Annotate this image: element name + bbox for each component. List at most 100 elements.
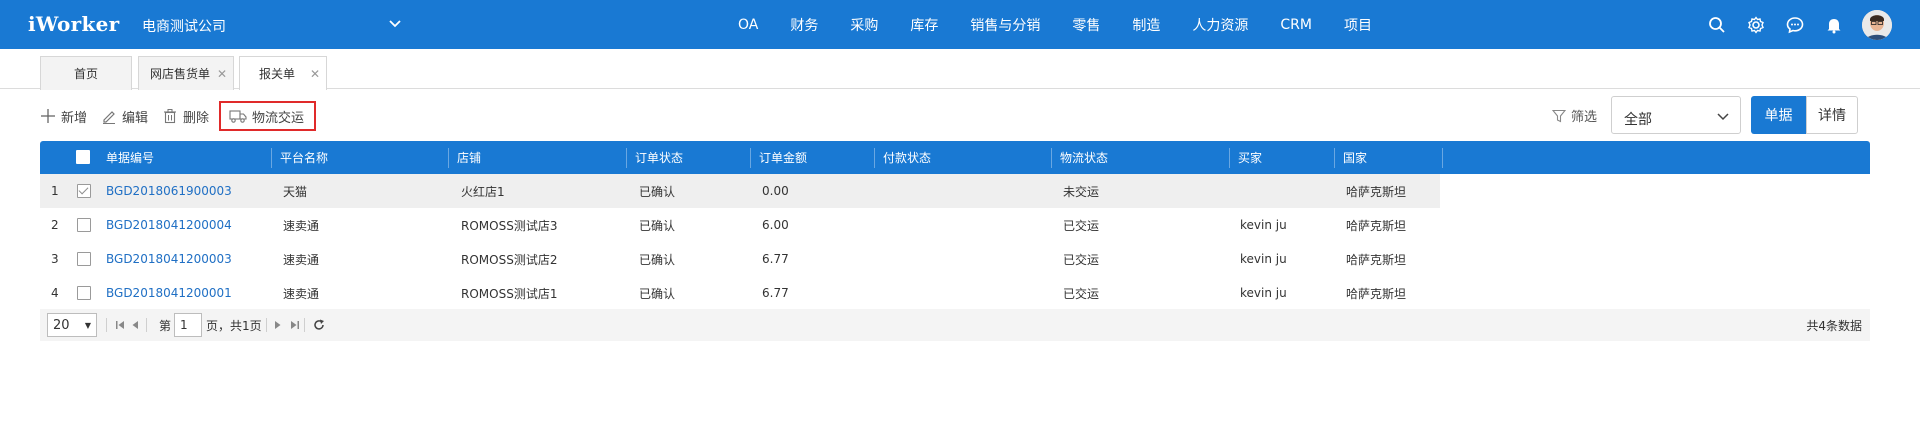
column-divider (1230, 148, 1335, 168)
nav-inventory[interactable]: 库存 (910, 15, 938, 35)
pager-divider (146, 318, 147, 332)
tab-label: 网店售货单 (149, 67, 210, 81)
next-page-icon[interactable] (274, 309, 282, 341)
platform-cell: 天猫 (283, 184, 308, 199)
edit-label: 编辑 (122, 110, 149, 126)
nav-retail[interactable]: 零售 (1072, 15, 1100, 35)
add-button[interactable]: 新增 (40, 101, 87, 131)
view-document-button[interactable]: 单据 (1751, 96, 1806, 134)
row-checkbox[interactable] (77, 252, 91, 266)
row-checkbox[interactable] (77, 218, 91, 232)
nav-project[interactable]: 项目 (1344, 15, 1372, 35)
row-number: 2 (51, 218, 59, 232)
delete-label: 删除 (183, 110, 210, 126)
nav-purchase[interactable]: 采购 (850, 15, 878, 35)
amount-cell: 0.00 (762, 184, 789, 198)
logistics-cell: 未交运 (1063, 184, 1100, 199)
document-code-link[interactable]: BGD2018061900003 (106, 174, 232, 208)
document-code-link[interactable]: BGD2018041200003 (106, 242, 232, 276)
row-checkbox[interactable] (77, 184, 91, 198)
first-page-icon[interactable] (115, 309, 125, 341)
table-row[interactable]: 1 BGD2018061900003 天猫 火红店1 已确认 0.00 未交运 … (40, 174, 1440, 208)
view-detail-button[interactable]: 详情 (1806, 96, 1858, 134)
search-icon[interactable] (1707, 15, 1727, 35)
logistics-cell: 已交运 (1063, 252, 1100, 267)
filter-button[interactable]: 筛选 (1552, 106, 1597, 125)
logistics-dispatch-label: 物流交运 (252, 110, 305, 126)
add-label: 新增 (61, 110, 88, 126)
table-row[interactable]: 3 BGD2018041200003 速卖通 ROMOSS测试店2 已确认 6.… (40, 242, 1440, 276)
page-suffix: 页，共1页 (206, 318, 262, 333)
buyer-cell: kevin ju (1240, 286, 1287, 300)
total-count: 共4条数据 (1806, 318, 1862, 333)
nav-hr[interactable]: 人力资源 (1192, 15, 1248, 35)
column-divider (272, 148, 449, 168)
filter-label: 筛选 (1571, 110, 1598, 125)
row-number: 3 (51, 252, 59, 266)
column-divider (449, 148, 627, 168)
last-page-icon[interactable] (290, 309, 300, 341)
shop-cell: ROMOSS测试店3 (461, 218, 558, 233)
logistics-dispatch-button[interactable]: 物流交运 (219, 101, 317, 131)
view-document-label: 单据 (1764, 108, 1793, 124)
row-checkbox[interactable] (77, 286, 91, 300)
platform-cell: 速卖通 (283, 218, 320, 233)
document-code-link[interactable]: BGD2018041200001 (106, 276, 232, 310)
view-detail-label: 详情 (1818, 108, 1846, 124)
page-size-value: 20 (53, 318, 70, 333)
page-number-value: 1 (180, 318, 188, 332)
close-icon[interactable]: ✕ (217, 67, 227, 81)
vertical-scrollbar[interactable] (1906, 90, 1920, 438)
country-cell: 哈萨克斯坦 (1346, 286, 1407, 301)
top-icons (1688, 0, 1892, 49)
gear-icon[interactable] (1746, 15, 1766, 35)
bell-icon[interactable] (1824, 15, 1844, 35)
order-status-cell: 已确认 (639, 252, 676, 267)
filter-icon (1552, 109, 1566, 122)
pager-divider (106, 318, 107, 332)
refresh-icon[interactable] (313, 309, 325, 341)
tab-customs-declaration[interactable]: 报关单 ✕ (239, 56, 327, 90)
status-select[interactable]: 全部 (1611, 96, 1741, 134)
nav-oa[interactable]: OA (738, 17, 758, 33)
chevron-down-icon[interactable] (388, 17, 402, 31)
table-row[interactable]: 4 BGD2018041200001 速卖通 ROMOSS测试店1 已确认 6.… (40, 276, 1440, 310)
delete-button[interactable]: 删除 (162, 101, 209, 131)
order-status-cell: 已确认 (639, 286, 676, 301)
nav-crm[interactable]: CRM (1280, 17, 1312, 33)
tab-store-sales[interactable]: 网店售货单 ✕ (138, 56, 234, 90)
logistics-cell: 已交运 (1063, 286, 1100, 301)
main-nav: OA 财务 采购 库存 销售与分销 零售 制造 人力资源 CRM 项目 (738, 0, 1404, 49)
pencil-icon (103, 111, 116, 124)
user-avatar[interactable] (1862, 9, 1892, 40)
buyer-cell: kevin ju (1240, 252, 1287, 266)
nav-manufacturing[interactable]: 制造 (1132, 15, 1160, 35)
page-number-input[interactable]: 1 (174, 313, 202, 337)
app-logo[interactable]: iWorker (28, 12, 120, 36)
chevron-down-icon (1717, 113, 1729, 121)
company-name[interactable]: 电商测试公司 (142, 16, 226, 36)
table-row[interactable]: 2 BGD2018041200004 速卖通 ROMOSS测试店3 已确认 6.… (40, 208, 1440, 242)
document-code-link[interactable]: BGD2018041200004 (106, 208, 232, 242)
nav-sales[interactable]: 销售与分销 (970, 15, 1040, 35)
page-prefix: 第 (159, 318, 172, 333)
page-size-select[interactable]: 20 ▼ (47, 313, 97, 337)
prev-page-icon[interactable] (131, 309, 139, 341)
chat-icon[interactable] (1785, 15, 1805, 35)
pager: 20 ▼ 第 1 页，共1页 共4条数据 (40, 309, 1870, 341)
caret-down-icon: ▼ (84, 321, 91, 330)
trash-icon (164, 109, 177, 124)
pager-divider (266, 318, 267, 332)
country-cell: 哈萨克斯坦 (1346, 218, 1407, 233)
edit-button[interactable]: 编辑 (101, 101, 148, 131)
buyer-cell: kevin ju (1240, 218, 1287, 232)
tab-label: 首页 (73, 67, 98, 81)
grid-header: 单据编号 平台名称 店铺 订单状态 订单金额 付款状态 物流状态 买家 国家 (40, 141, 1870, 174)
nav-finance[interactable]: 财务 (790, 15, 818, 35)
toolbar: 新增 编辑 删除 物流交运 (40, 100, 330, 132)
platform-cell: 速卖通 (283, 286, 320, 301)
plus-icon (41, 109, 55, 123)
tab-home[interactable]: 首页 (40, 56, 132, 90)
close-icon[interactable]: ✕ (310, 67, 320, 81)
select-all-checkbox[interactable] (76, 150, 90, 164)
